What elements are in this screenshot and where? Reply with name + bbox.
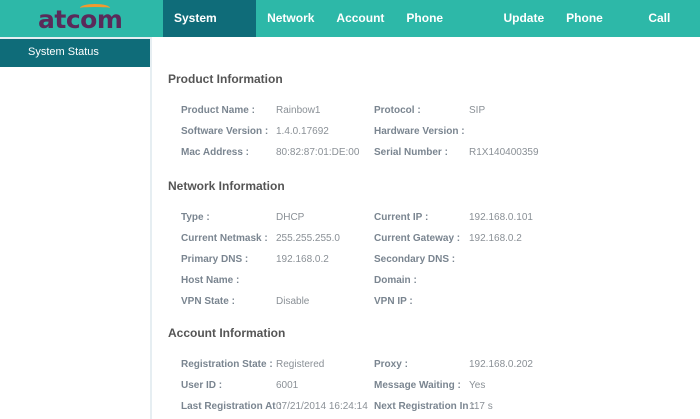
field-label: Host Name :: [181, 275, 240, 286]
field-value: 117 s: [469, 401, 493, 412]
field-label: Type :: [181, 212, 210, 223]
field-value: 192.168.0.2: [469, 233, 522, 244]
info-row: Host Name : Domain :: [181, 275, 700, 289]
field-label: Mac Address :: [181, 147, 249, 158]
main-nav: System Status Network Account Phone Sett…: [163, 0, 700, 62]
field-value: R1X140400359: [469, 147, 539, 158]
field-label: Proxy :: [374, 359, 408, 370]
field-label: Secondary DNS :: [374, 254, 456, 265]
tab-system-status[interactable]: System Status: [163, 0, 257, 62]
section-title: Product Information: [168, 72, 283, 86]
field-label: User ID :: [181, 380, 223, 391]
field-label: Message Waiting :: [374, 380, 461, 391]
tab-call-log[interactable]: Call Log: [637, 0, 700, 62]
header: atcom System Status Network Account Phon…: [0, 0, 700, 62]
tab-update[interactable]: Update: [492, 0, 555, 37]
field-value: Yes: [469, 380, 486, 391]
field-value: 80:82:87:01:DE:00: [276, 147, 360, 158]
field-value: Disable: [276, 296, 310, 307]
field-label: Hardware Version :: [374, 126, 465, 137]
field-label: Serial Number :: [374, 147, 448, 158]
info-row: Current Netmask : 255.255.255.0 Current Ga…: [181, 233, 700, 247]
field-value: 192.168.0.2: [276, 254, 329, 265]
field-value: 192.168.0.202: [469, 359, 533, 370]
field-label: Current Netmask :: [181, 233, 268, 244]
sidebar: System Status: [0, 37, 152, 419]
field-value: Rainbow1: [276, 105, 321, 116]
field-value: DHCP: [276, 212, 305, 223]
field-label: Current IP :: [374, 212, 429, 223]
tab-network[interactable]: Network: [256, 0, 325, 37]
field-label: VPN State :: [181, 296, 235, 307]
info-row: Last Registration At :07/21/2014 16:24:1…: [181, 401, 700, 415]
field-label: Product Name :: [181, 105, 255, 116]
info-row: Product Name : Rainbow1 Protocol : SIP: [181, 105, 700, 119]
field-label: Next Registration In :: [374, 401, 475, 412]
field-label: Primary DNS :: [181, 254, 249, 265]
info-row: Mac Address : 80:82:87:01:DE:00 Serial Num…: [181, 147, 700, 161]
field-label: Protocol :: [374, 105, 421, 116]
field-label: Domain :: [374, 275, 417, 286]
sidebar-item-system-status[interactable]: System Status: [0, 39, 150, 67]
info-row: Type : DHCP Current IP : 192.168.0.101: [181, 212, 700, 226]
tab-phone-book[interactable]: Phone Book: [555, 0, 637, 62]
section-title: Network Information: [168, 179, 285, 193]
field-value: 07/21/2014 16:24:14: [276, 401, 368, 412]
field-value: 1.4.0.17692: [276, 126, 329, 137]
main-content: Product Information Product Name : Rainbow…: [152, 39, 700, 419]
field-value: Registered: [276, 359, 325, 370]
field-label: VPN IP :: [374, 296, 413, 307]
info-row: User ID : 6001 Message Waiting : Yes: [181, 380, 700, 394]
field-value: 255.255.255.0: [276, 233, 340, 244]
section-title: Account Information: [168, 326, 286, 340]
field-value: SIP: [469, 105, 486, 116]
field-label: Last Registration At :: [181, 401, 282, 412]
info-row: Registration State : Registered Proxy : 192…: [181, 359, 700, 373]
atcom-logo: atcom: [38, 4, 123, 34]
info-row: Software Version : 1.4.0.17692 Hardware Ve…: [181, 126, 700, 140]
field-value: 6001: [276, 380, 299, 391]
info-row: Primary DNS : 192.168.0.2 Secondary DNS :: [181, 254, 700, 268]
field-label: Registration State :: [181, 359, 273, 370]
field-label: Current Gateway :: [374, 233, 461, 244]
info-row: VPN State : Disable VPN IP :: [181, 296, 700, 310]
tab-phone-settings[interactable]: Phone Settings: [395, 0, 492, 62]
tab-account[interactable]: Account: [325, 0, 395, 37]
field-value: 192.168.0.101: [469, 212, 533, 223]
field-label: Software Version :: [181, 126, 269, 137]
